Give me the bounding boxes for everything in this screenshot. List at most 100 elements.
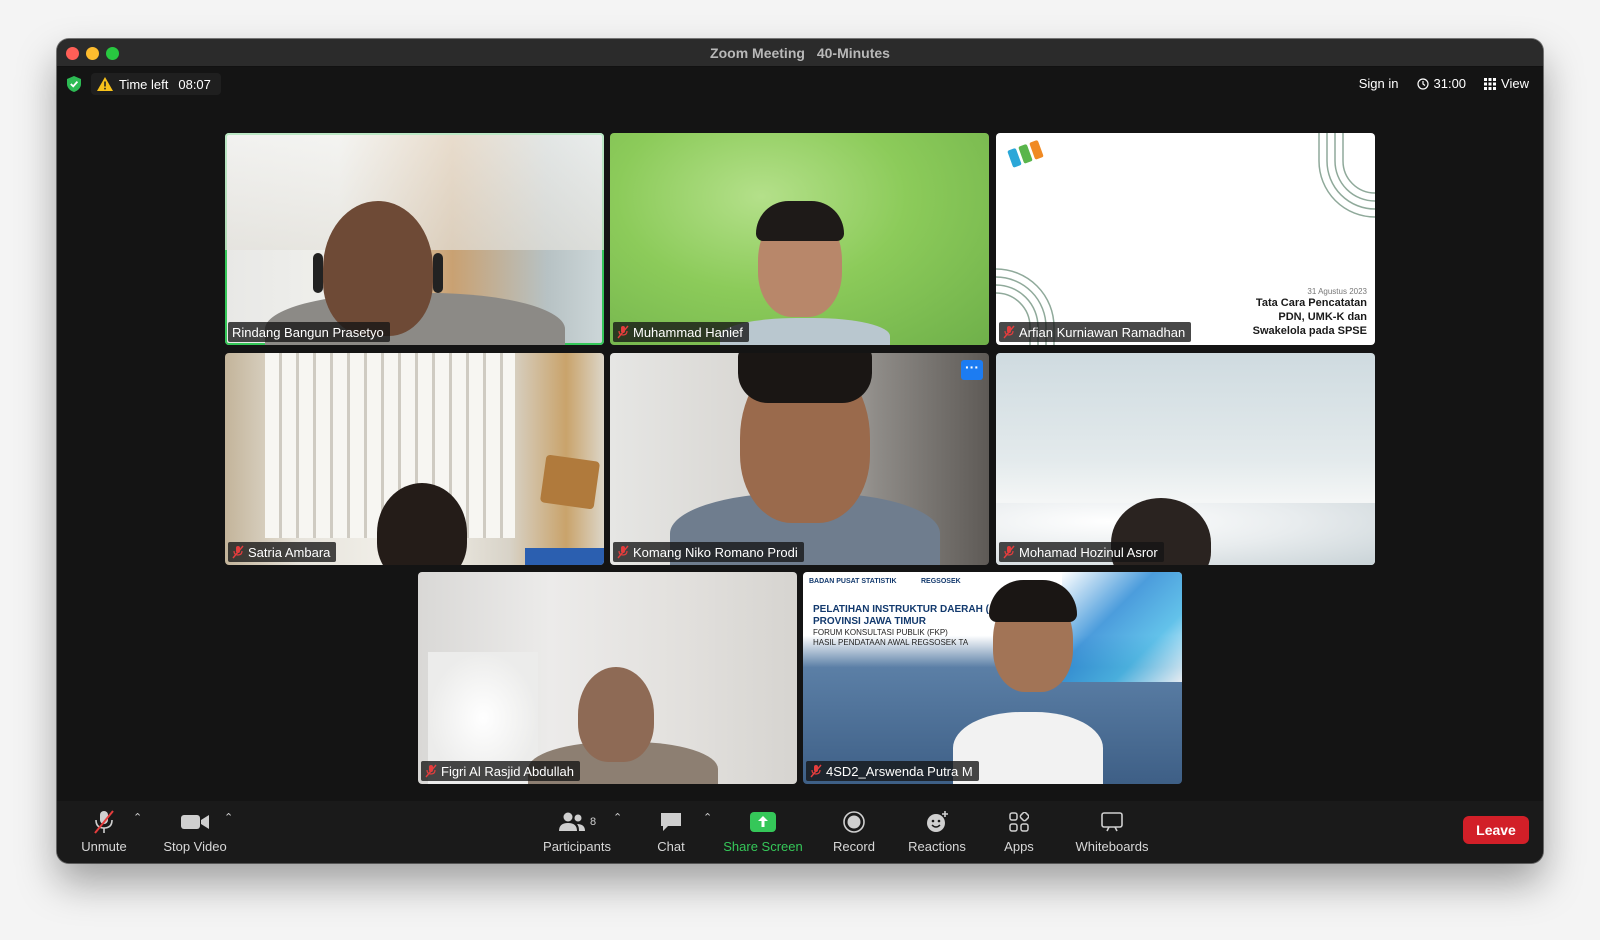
apps-label: Apps xyxy=(1004,839,1034,854)
reactions-icon xyxy=(927,811,948,832)
participant-name: Arfian Kurniawan Ramadhan xyxy=(1019,324,1186,340)
participants-button[interactable]: 8 Participants xyxy=(542,809,612,854)
participant-name: Mohamad Hozinul Asror xyxy=(1019,544,1158,560)
participant-head xyxy=(323,201,433,336)
time-left-badge[interactable]: Time left 08:07 xyxy=(91,73,221,95)
meeting-clock: 31:00 xyxy=(1416,76,1467,91)
whiteboards-button[interactable]: Whiteboards xyxy=(1072,809,1152,854)
meeting-top-bar: Time left 08:07 Sign in 31:00 View xyxy=(57,67,1543,101)
mic-off-icon xyxy=(232,545,244,559)
participant-name-tag: Mohamad Hozinul Asror xyxy=(999,542,1164,562)
apps-button[interactable]: Apps xyxy=(999,809,1039,854)
mic-off-icon xyxy=(810,764,822,778)
mic-off-icon xyxy=(425,764,437,778)
participant-name: Komang Niko Romano Prodi xyxy=(633,544,798,560)
chat-label: Chat xyxy=(657,839,685,854)
time-left-value: 08:07 xyxy=(178,76,211,92)
reactions-label: Reactions xyxy=(908,839,966,854)
leave-button[interactable]: Leave xyxy=(1463,816,1529,844)
video-tile[interactable]: ··· Komang Niko Romano Prodi xyxy=(610,353,989,565)
more-options-button[interactable]: ··· xyxy=(961,360,983,380)
clock-icon xyxy=(1416,77,1429,90)
banner-brand: REGSOSEK xyxy=(921,578,961,585)
audio-options-chevron-icon[interactable]: ⌃ xyxy=(133,811,142,824)
whiteboards-label: Whiteboards xyxy=(1075,839,1149,854)
stop-video-label: Stop Video xyxy=(163,839,227,854)
video-tile[interactable]: Mohamad Hozinul Asror xyxy=(996,353,1375,565)
video-tile[interactable]: Muhammad Hanief xyxy=(610,133,989,345)
wall-strip xyxy=(525,548,604,565)
participant-hair xyxy=(756,201,844,241)
unmute-button[interactable]: Unmute xyxy=(79,809,129,854)
video-tile[interactable]: Figri Al Rasjid Abdullah xyxy=(418,572,797,784)
slide-date: 31 Agustus 2023 xyxy=(1307,287,1367,296)
chat-icon xyxy=(661,813,681,831)
slide-title-line1: Tata Cara Pencatatan xyxy=(1255,297,1367,309)
participant-name-tag: Arfian Kurniawan Ramadhan xyxy=(999,322,1192,342)
reactions-button[interactable]: Reactions xyxy=(907,809,967,854)
share-screen-button[interactable]: Share Screen xyxy=(723,809,803,854)
participant-name-tag: Satria Ambara xyxy=(228,542,337,562)
participants-label: Participants xyxy=(543,839,611,854)
participants-options-chevron-icon[interactable]: ⌃ xyxy=(613,811,622,824)
warning-icon xyxy=(97,77,113,91)
participant-name: Rindang Bangun Prasetyo xyxy=(232,324,384,340)
record-button[interactable]: Record xyxy=(829,809,879,854)
share-screen-label: Share Screen xyxy=(723,839,803,854)
window-subtitle-text: 40-Minutes xyxy=(816,45,890,61)
banner-line2: PROVINSI JAWA TIMUR xyxy=(813,616,926,627)
window-title-text: Zoom Meeting xyxy=(710,45,805,61)
participant-name: 4SD2_Arswenda Putra M xyxy=(826,763,973,779)
stop-video-button[interactable]: Stop Video xyxy=(160,809,230,854)
participant-name-tag: Muhammad Hanief xyxy=(613,322,749,342)
zoom-window: Zoom Meeting 40-Minutes Time left 08:07 … xyxy=(57,39,1543,863)
banner-line3: FORUM KONSULTASI PUBLIK (FKP) xyxy=(813,628,948,637)
meeting-toolbar: Unmute ⌃ Stop Video ⌃ 8 Participants ⌃ C… xyxy=(57,801,1543,863)
video-options-chevron-icon[interactable]: ⌃ xyxy=(224,811,233,824)
shield-icon[interactable] xyxy=(67,76,81,92)
participant-hair xyxy=(738,353,872,403)
video-tile[interactable]: Rindang Bangun Prasetyo xyxy=(225,133,604,345)
clock-value: 31:00 xyxy=(1433,76,1467,91)
apps-icon xyxy=(1009,812,1029,832)
headset-icon xyxy=(433,253,443,293)
time-left-label: Time left xyxy=(119,76,169,92)
participants-count: 8 xyxy=(589,816,597,828)
participant-name-tag: 4SD2_Arswenda Putra M xyxy=(806,761,979,781)
banner-line4: HASIL PENDATAAN AWAL REGSOSEK TA xyxy=(813,638,969,647)
mic-off-icon xyxy=(617,325,629,339)
mic-muted-icon xyxy=(94,810,114,834)
participant-name-tag: Figri Al Rasjid Abdullah xyxy=(421,761,580,781)
chat-button[interactable]: Chat xyxy=(651,809,691,854)
record-label: Record xyxy=(833,839,875,854)
title-bar: Zoom Meeting 40-Minutes xyxy=(57,39,1543,67)
participant-name-tag: Komang Niko Romano Prodi xyxy=(613,542,804,562)
video-tile[interactable]: Satria Ambara xyxy=(225,353,604,565)
grid-icon xyxy=(1484,77,1497,90)
chat-options-chevron-icon[interactable]: ⌃ xyxy=(703,811,712,824)
participant-head xyxy=(578,667,654,762)
wall-shelf xyxy=(539,454,601,510)
participant-hair xyxy=(989,580,1077,622)
banner-line1: PELATIHAN INSTRUKTUR DAERAH ( xyxy=(813,604,989,615)
video-tile[interactable]: BADAN PUSAT STATISTIK REGSOSEK PELATIHAN… xyxy=(803,572,1182,784)
participant-name: Satria Ambara xyxy=(248,544,331,560)
video-tile[interactable]: 31 Agustus 2023 Tata Cara Pencatatan PDN… xyxy=(996,133,1375,345)
slide-title-line3: Swakelola pada SPSE xyxy=(1252,325,1367,337)
whiteboard-icon xyxy=(1101,812,1123,832)
banner-shapes xyxy=(1062,572,1182,682)
mic-off-icon xyxy=(1003,545,1015,559)
bps-logo-icon xyxy=(1007,140,1044,168)
participant-name: Figri Al Rasjid Abdullah xyxy=(441,763,574,779)
banner-org: BADAN PUSAT STATISTIK xyxy=(809,578,897,585)
share-screen-icon xyxy=(750,812,776,832)
headset-icon xyxy=(313,253,323,293)
view-button[interactable]: View xyxy=(1484,76,1529,91)
sign-in-button[interactable]: Sign in xyxy=(1359,76,1399,91)
record-icon xyxy=(843,811,865,833)
slide-title-line2: PDN, UMK-K dan xyxy=(1278,311,1367,323)
window-title: Zoom Meeting 40-Minutes xyxy=(57,45,1543,61)
mic-off-icon xyxy=(1003,325,1015,339)
decoration-arcs-icon xyxy=(1318,133,1375,218)
participant-name-tag: Rindang Bangun Prasetyo xyxy=(228,322,390,342)
